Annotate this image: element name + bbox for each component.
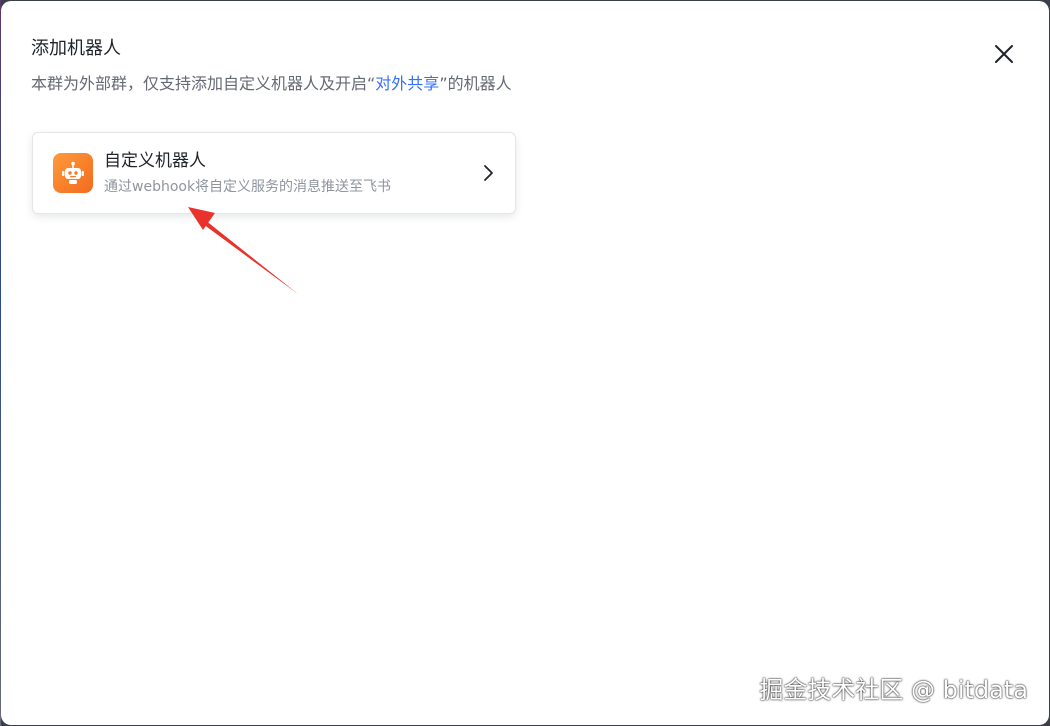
custom-robot-card[interactable]: 自定义机器人 通过webhook将自定义服务的消息推送至飞书 xyxy=(32,132,516,214)
robot-avatar xyxy=(53,153,93,193)
external-share-link[interactable]: 对外共享 xyxy=(375,74,439,93)
add-robot-dialog: 添加机器人 本群为外部群，仅支持添加自定义机器人及开启“对外共享”的机器人 自定… xyxy=(1,1,1049,725)
card-title: 自定义机器人 xyxy=(104,151,206,171)
close-icon xyxy=(995,45,1013,63)
subtitle-prefix: 本群为外部群，仅支持添加自定义机器人及开启“ xyxy=(31,74,376,93)
robot-icon xyxy=(62,161,84,184)
chevron-right-icon xyxy=(484,165,493,181)
dialog-title: 添加机器人 xyxy=(31,38,121,59)
dialog-subtitle: 本群为外部群，仅支持添加自定义机器人及开启“对外共享”的机器人 xyxy=(31,73,512,95)
watermark: 掘金技术社区 @ bitdata xyxy=(759,676,1028,704)
close-button[interactable] xyxy=(989,39,1019,69)
subtitle-suffix: ”的机器人 xyxy=(439,74,512,93)
card-description: 通过webhook将自定义服务的消息推送至飞书 xyxy=(104,179,392,195)
